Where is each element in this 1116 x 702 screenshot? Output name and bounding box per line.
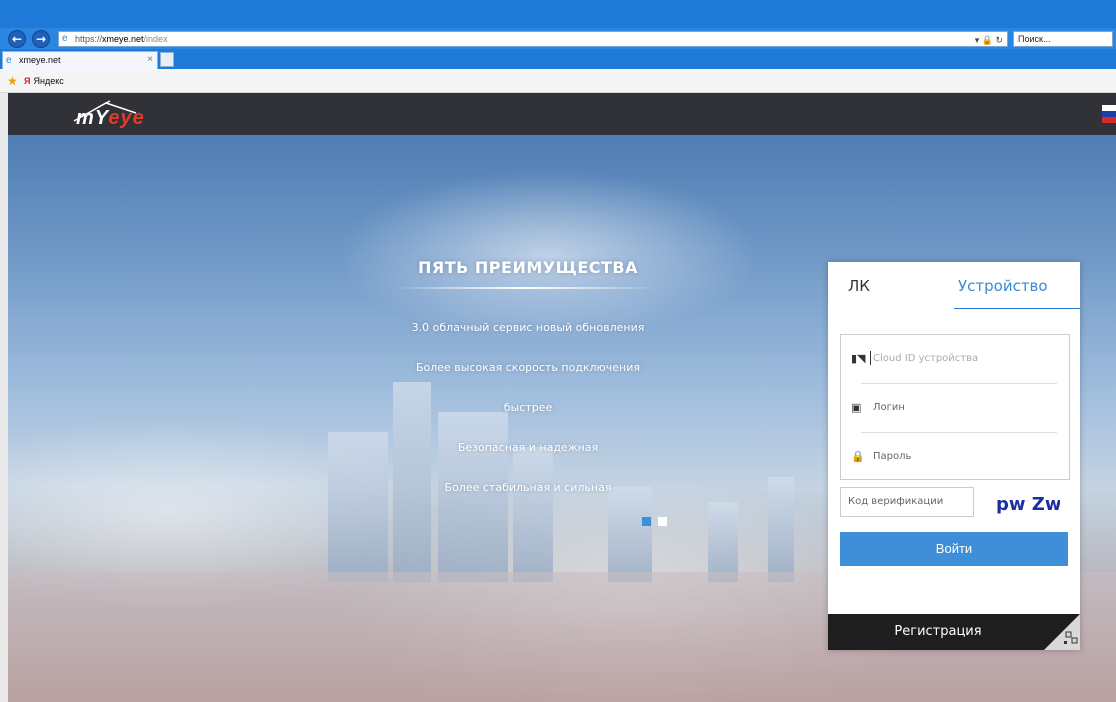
web-page: mYeye ПЯТЬ ПРЕИМУЩЕСТВА 3.0 облачный сер… xyxy=(8,93,1116,702)
address-bar[interactable]: e https://xmeye.net/index ▾ 🔒 ↻ xyxy=(58,31,1008,47)
lock-icon: 🔒 xyxy=(851,450,865,463)
captcha-text: pw Zw xyxy=(996,494,1060,515)
slide-dot-2[interactable] xyxy=(658,517,667,526)
tab-title: xmeye.net xyxy=(19,55,61,65)
credentials-group: ▮◥ Cloud ID устройства ▣ Логин 🔒 Пароль xyxy=(840,334,1070,480)
close-tab-icon[interactable]: × xyxy=(147,52,153,68)
tab-device[interactable]: Устройство xyxy=(958,277,1048,295)
feature-item: 3.0 облачный сервис новый обновления xyxy=(411,321,645,334)
browser-search-input[interactable]: Поиск... xyxy=(1013,31,1113,47)
login-button[interactable]: Войти xyxy=(840,532,1068,566)
browser-tab-row: e xmeye.net × xyxy=(0,49,1116,69)
tab-account[interactable]: ЛК xyxy=(848,277,870,295)
password-field[interactable]: 🔒 Пароль xyxy=(841,433,1069,481)
feature-item: Безопасная и надежная xyxy=(457,441,599,454)
url-host: xmeye.net xyxy=(102,34,144,44)
cloud-id-field[interactable]: ▮◥ Cloud ID устройства xyxy=(841,335,1069,383)
city-building xyxy=(768,477,794,582)
browser-address-row: ← → e https://xmeye.net/index ▾ 🔒 ↻ Поис… xyxy=(0,28,1116,49)
qr-code-icon[interactable] xyxy=(1044,614,1080,650)
feature-item: быстрее xyxy=(503,401,553,414)
url-path: /index xyxy=(143,34,168,44)
favorite-yandex-label: Яндекс xyxy=(33,76,64,86)
back-button[interactable]: ← xyxy=(8,30,26,48)
browser-tab[interactable]: e xmeye.net × xyxy=(2,51,158,69)
url-scheme: https:// xyxy=(75,34,103,44)
login-placeholder: Логин xyxy=(873,402,905,413)
new-tab-button[interactable] xyxy=(160,52,174,67)
city-building xyxy=(328,432,388,582)
text-caret xyxy=(870,351,871,365)
yandex-icon: Я xyxy=(24,76,31,86)
cloud-id-placeholder: Cloud ID устройства xyxy=(873,353,979,364)
feature-item: Более стабильная и сильная xyxy=(444,481,612,494)
camera-icon: ▮◥ xyxy=(851,352,866,365)
slide-dot-1[interactable] xyxy=(642,517,651,526)
active-tab-indicator xyxy=(954,308,1080,309)
refresh-icon[interactable]: ↻ xyxy=(995,35,1003,45)
city-building xyxy=(513,447,553,582)
page-left-border xyxy=(0,93,8,702)
logo-text: mYeye xyxy=(76,107,145,130)
lock-icon: 🔒 xyxy=(981,35,993,45)
favorites-star-icon[interactable]: ★ xyxy=(7,69,18,93)
password-placeholder: Пароль xyxy=(873,451,912,462)
city-building xyxy=(708,502,738,582)
language-flag-icon[interactable] xyxy=(1102,105,1116,123)
favorites-bar: ★ Я Яндекс xyxy=(0,69,1116,93)
feature-item: Более высокая скорость подключения xyxy=(415,361,641,374)
login-field[interactable]: ▣ Логин xyxy=(841,384,1069,432)
verification-code-input[interactable]: Код верификации xyxy=(840,487,974,517)
login-panel: ЛК Устройство ▮◥ Cloud ID устройства ▣ Л… xyxy=(828,262,1080,650)
ie-icon: e xyxy=(62,33,68,44)
city-building xyxy=(608,487,652,582)
hero-title-divider xyxy=(393,287,658,289)
site-header: mYeye xyxy=(8,93,1116,135)
register-button[interactable]: Регистрация xyxy=(828,614,1048,650)
hero-title: ПЯТЬ ПРЕИМУЩЕСТВА xyxy=(418,258,638,277)
logo-prefix: mY xyxy=(76,107,109,129)
ie-icon: e xyxy=(6,55,12,66)
user-icon: ▣ xyxy=(851,401,862,414)
captcha-image[interactable]: pw Zw xyxy=(990,490,1060,516)
browser-title-strip xyxy=(0,0,1116,28)
favorite-yandex[interactable]: Я Яндекс xyxy=(24,69,64,93)
logo-suffix: eye xyxy=(108,107,145,129)
hero-banner: ПЯТЬ ПРЕИМУЩЕСТВА 3.0 облачный сервис но… xyxy=(8,135,1116,702)
site-logo[interactable]: mYeye xyxy=(66,99,156,129)
register-bar: Регистрация xyxy=(828,614,1080,650)
city-building xyxy=(438,412,508,582)
forward-button[interactable]: → xyxy=(32,30,50,48)
address-tools[interactable]: ▾ 🔒 ↻ xyxy=(975,33,1007,47)
